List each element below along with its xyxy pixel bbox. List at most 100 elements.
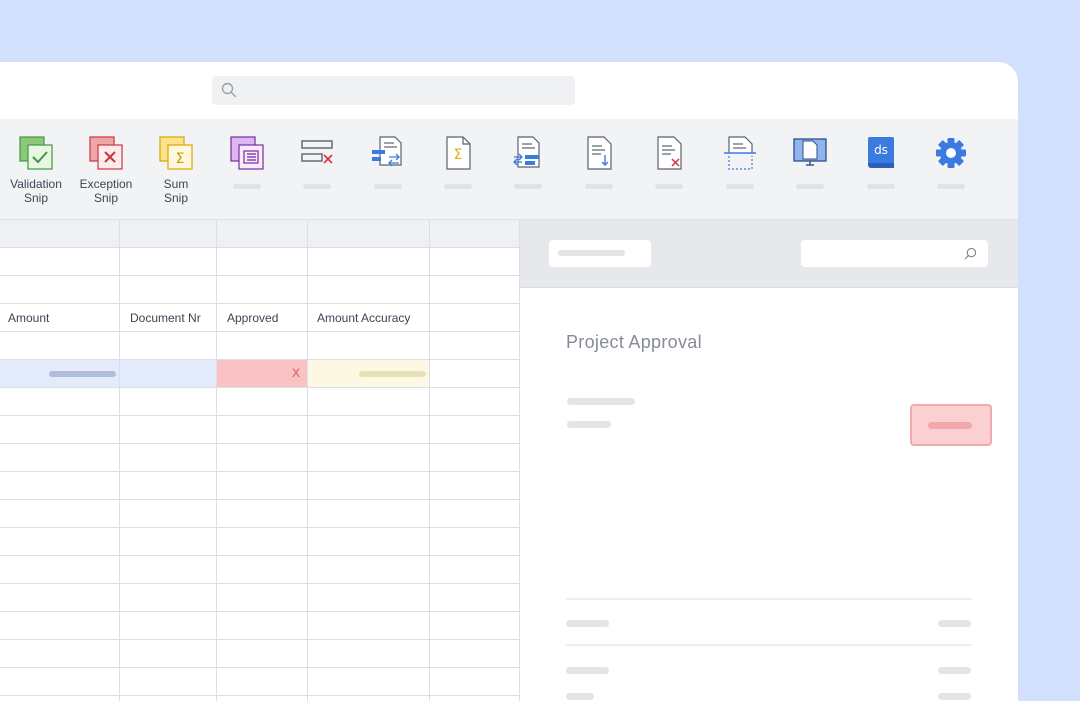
column-header-amount[interactable]: Amount bbox=[8, 304, 49, 332]
remove-field-button[interactable] bbox=[285, 135, 349, 189]
tool-label-placeholder bbox=[303, 184, 331, 189]
tool-label-placeholder bbox=[655, 184, 683, 189]
table-row[interactable] bbox=[0, 332, 519, 360]
tool-label-placeholder bbox=[726, 184, 754, 189]
document-split-icon bbox=[724, 136, 756, 170]
divider bbox=[566, 644, 972, 646]
button-label-placeholder bbox=[928, 422, 972, 429]
approved-error-cell[interactable]: X bbox=[217, 360, 308, 387]
document-download-button[interactable] bbox=[567, 135, 631, 189]
tool-label: Validation Snip bbox=[10, 177, 62, 205]
table-row[interactable] bbox=[0, 276, 519, 304]
svg-text:Σ: Σ bbox=[176, 151, 185, 167]
document-delete-icon bbox=[657, 136, 682, 170]
approval-panel: Project Approval bbox=[519, 220, 1018, 701]
monitor-document-button[interactable] bbox=[778, 135, 842, 189]
value-placeholder bbox=[938, 667, 971, 674]
validation-snip-icon bbox=[19, 136, 53, 170]
column-header-approved[interactable]: Approved bbox=[227, 304, 278, 332]
page-snip-icon bbox=[230, 136, 264, 170]
tool-label-placeholder bbox=[374, 184, 402, 189]
divider bbox=[566, 598, 972, 600]
top-bar bbox=[0, 62, 1018, 119]
tool-label-placeholder bbox=[233, 184, 261, 189]
approved-flag: X bbox=[292, 366, 301, 380]
column-divider bbox=[307, 220, 308, 701]
accuracy-placeholder-bar bbox=[359, 371, 426, 377]
amount-placeholder-bar bbox=[49, 371, 116, 377]
text-placeholder bbox=[567, 398, 635, 405]
table-row[interactable] bbox=[0, 612, 519, 640]
document-nr-cell[interactable] bbox=[120, 360, 217, 387]
docsumo-book-button[interactable]: ds bbox=[849, 135, 913, 189]
settings-gear-icon bbox=[936, 138, 966, 168]
table-row[interactable] bbox=[0, 640, 519, 668]
amount-cell[interactable] bbox=[0, 360, 120, 387]
document-sum-icon: Σ bbox=[446, 136, 471, 170]
table-row[interactable] bbox=[0, 388, 519, 416]
reject-button[interactable] bbox=[910, 404, 992, 446]
page-snip-button[interactable] bbox=[215, 135, 279, 189]
column-divider bbox=[119, 220, 120, 701]
dropdown-placeholder bbox=[558, 250, 625, 256]
settings-button[interactable] bbox=[919, 135, 983, 189]
panel-search-input[interactable] bbox=[801, 240, 988, 267]
text-placeholder bbox=[566, 693, 594, 700]
panel-header bbox=[520, 220, 1018, 288]
table-row[interactable] bbox=[0, 584, 519, 612]
document-mapping-button[interactable] bbox=[496, 135, 560, 189]
amount-accuracy-cell[interactable] bbox=[308, 360, 430, 387]
validation-snip-button[interactable]: Validation Snip bbox=[4, 135, 68, 205]
sum-snip-button[interactable]: Σ Sum Snip bbox=[144, 135, 208, 205]
text-placeholder bbox=[566, 667, 609, 674]
column-header-row: Amount Document Nr Approved Amount Accur… bbox=[0, 304, 519, 332]
column-divider bbox=[216, 220, 217, 701]
search-input[interactable] bbox=[212, 76, 575, 105]
document-fields-button[interactable] bbox=[356, 135, 420, 189]
svg-text:ds: ds bbox=[874, 143, 888, 157]
text-placeholder bbox=[567, 421, 611, 428]
column-header-document-nr[interactable]: Document Nr bbox=[130, 304, 201, 332]
document-download-icon bbox=[587, 136, 612, 170]
panel-dropdown[interactable] bbox=[549, 240, 651, 267]
document-mapping-icon bbox=[513, 136, 540, 168]
table-row[interactable] bbox=[0, 248, 519, 276]
table-row[interactable] bbox=[0, 444, 519, 472]
document-sum-button[interactable]: Σ bbox=[426, 135, 490, 189]
sum-snip-icon: Σ bbox=[159, 136, 193, 170]
tool-label-placeholder bbox=[796, 184, 824, 189]
tool-label-placeholder bbox=[867, 184, 895, 189]
tool-label: Sum Snip bbox=[163, 177, 189, 205]
toolbar-ribbon: Validation Snip Exception Snip Σ Sum Sni… bbox=[0, 119, 1018, 220]
table-row[interactable] bbox=[0, 416, 519, 444]
table-row[interactable] bbox=[0, 528, 519, 556]
docsumo-book-icon: ds bbox=[868, 137, 894, 168]
document-fields-icon bbox=[372, 136, 402, 167]
table-row[interactable] bbox=[0, 500, 519, 528]
highlighted-row[interactable]: X bbox=[0, 360, 519, 388]
spreadsheet: Amount Document Nr Approved Amount Accur… bbox=[0, 220, 519, 701]
remove-field-icon bbox=[301, 140, 333, 164]
monitor-document-icon bbox=[793, 138, 827, 166]
table-row[interactable] bbox=[0, 472, 519, 500]
search-icon bbox=[964, 247, 977, 260]
tool-label-placeholder bbox=[937, 184, 965, 189]
value-placeholder bbox=[938, 693, 971, 700]
document-split-button[interactable] bbox=[708, 135, 772, 189]
search-icon bbox=[221, 82, 237, 98]
tool-label-placeholder bbox=[585, 184, 613, 189]
document-delete-button[interactable] bbox=[637, 135, 701, 189]
table-row[interactable] bbox=[0, 556, 519, 584]
column-divider bbox=[429, 220, 430, 701]
tool-label-placeholder bbox=[514, 184, 542, 189]
exception-snip-icon bbox=[89, 136, 123, 170]
column-header-amount-accuracy[interactable]: Amount Accuracy bbox=[317, 304, 410, 332]
value-placeholder bbox=[938, 620, 971, 627]
exception-snip-button[interactable]: Exception Snip bbox=[74, 135, 138, 205]
table-row[interactable] bbox=[0, 668, 519, 696]
text-placeholder bbox=[566, 620, 609, 627]
svg-text:Σ: Σ bbox=[454, 147, 463, 163]
panel-title: Project Approval bbox=[566, 332, 702, 352]
app-window: Validation Snip Exception Snip Σ Sum Sni… bbox=[0, 62, 1018, 701]
sheet-header-row bbox=[0, 220, 519, 248]
